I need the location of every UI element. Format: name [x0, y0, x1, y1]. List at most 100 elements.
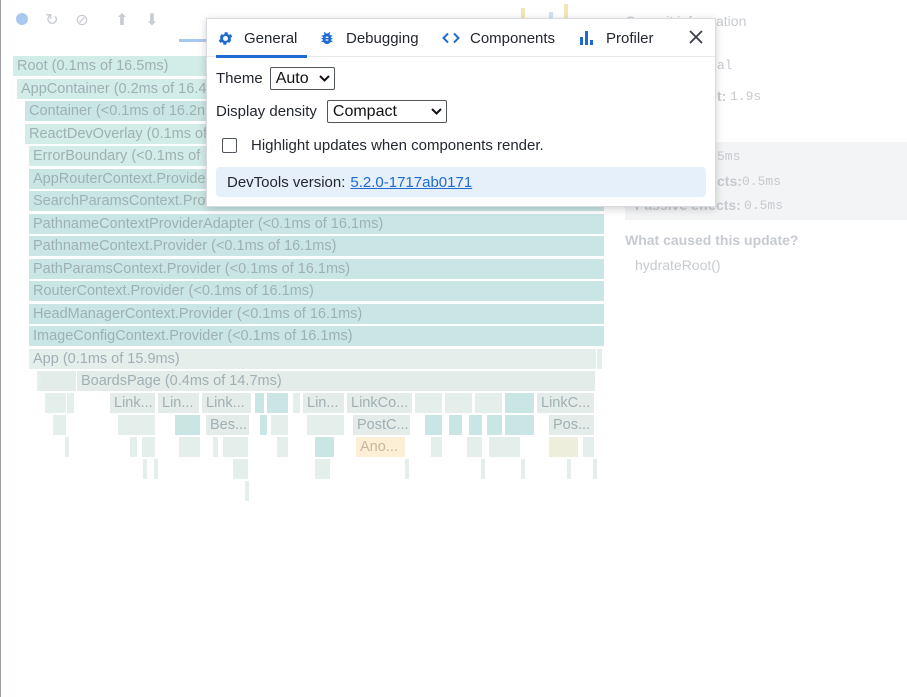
- flame-frame[interactable]: Link...: [110, 393, 156, 413]
- tab-profiler-label: Profiler: [606, 29, 654, 47]
- record-icon[interactable]: [13, 12, 31, 30]
- flame-frame[interactable]: LinkC...: [537, 393, 595, 413]
- flame-frame[interactable]: [521, 459, 526, 479]
- flame-frame[interactable]: [549, 437, 579, 457]
- flame-frame[interactable]: [315, 459, 331, 479]
- flame-frame[interactable]: [277, 437, 289, 457]
- bar-chart-icon: [578, 29, 596, 47]
- flame-frame[interactable]: [489, 437, 521, 457]
- flame-frame[interactable]: [45, 393, 67, 413]
- clear-icon[interactable]: ⊘: [73, 12, 91, 30]
- update-cause-title: What caused this update?: [625, 232, 799, 248]
- flame-frame[interactable]: [315, 437, 335, 457]
- commit-info-duration-value: 1.9s: [730, 89, 762, 104]
- flame-frame[interactable]: [143, 459, 148, 479]
- flame-frame[interactable]: [142, 437, 156, 457]
- flame-frame[interactable]: [469, 415, 483, 435]
- flame-frame[interactable]: BoardsPage (0.4ms of 14.7ms): [77, 371, 596, 391]
- devtools-version-label: DevTools version:: [227, 173, 346, 191]
- upload-icon[interactable]: ⬆: [113, 12, 131, 30]
- highlight-updates-row: Highlight updates when components render…: [222, 137, 544, 154]
- flame-frame[interactable]: [593, 459, 598, 479]
- flame-frame[interactable]: [267, 393, 289, 413]
- flame-frame[interactable]: [487, 415, 503, 435]
- flame-frame[interactable]: ImageConfigContext.Provider (<0.1ms of 1…: [29, 326, 605, 346]
- flame-frame[interactable]: PathnameContext.Provider (<0.1ms of 16.1…: [29, 236, 605, 256]
- commit-info-effects-value: 5ms: [717, 149, 741, 164]
- commit-info-passive-effects-value: 0.5ms: [744, 198, 784, 213]
- density-select-value: Compact: [332, 102, 397, 120]
- flame-frame[interactable]: [415, 393, 443, 413]
- flame-frame[interactable]: [233, 459, 249, 479]
- devtools-version-link[interactable]: 5.2.0-1717ab0171: [350, 174, 472, 191]
- flame-frame[interactable]: PathParamsContext.Provider (<0.1ms of 16…: [29, 259, 605, 279]
- flame-frame[interactable]: [118, 415, 156, 435]
- flame-frame[interactable]: Pos...: [549, 415, 595, 435]
- flame-frame[interactable]: [449, 415, 463, 435]
- flame-frame[interactable]: [53, 415, 67, 435]
- flame-frame[interactable]: [271, 415, 289, 435]
- flame-frame[interactable]: [223, 437, 249, 457]
- flame-frame[interactable]: [41, 371, 77, 391]
- flame-frame[interactable]: [65, 437, 70, 457]
- flame-frame[interactable]: [307, 415, 345, 435]
- settings-tab-bar: General Debugging Components Profiler: [207, 19, 715, 58]
- flame-frame[interactable]: RouterContext.Provider (<0.1ms of 16.1ms…: [29, 281, 605, 301]
- tab-profiler[interactable]: Profiler: [578, 19, 654, 57]
- commit-info-layout-effects-label: cts:: [717, 173, 742, 189]
- flame-frame[interactable]: [175, 415, 201, 435]
- flame-frame[interactable]: Ano...: [356, 437, 406, 457]
- highlight-updates-checkbox[interactable]: [222, 138, 237, 153]
- flame-frame[interactable]: [481, 459, 486, 479]
- flame-frame[interactable]: [255, 393, 265, 413]
- tab-debugging[interactable]: Debugging: [318, 19, 419, 57]
- flame-frame[interactable]: Lin...: [158, 393, 200, 413]
- update-cause-value: hydrateRoot(): [635, 257, 721, 273]
- flame-frame[interactable]: [505, 393, 535, 413]
- flame-frame[interactable]: [213, 437, 219, 457]
- tab-debugging-label: Debugging: [346, 29, 419, 47]
- flame-frame[interactable]: Bes...: [206, 415, 250, 435]
- theme-label: Theme: [216, 70, 263, 87]
- highlight-updates-label[interactable]: Highlight updates when components render…: [251, 137, 544, 154]
- flame-frame[interactable]: [154, 459, 159, 479]
- theme-select[interactable]: Auto: [269, 67, 335, 90]
- flame-frame[interactable]: PostC...: [353, 415, 411, 435]
- tab-general[interactable]: General: [216, 19, 307, 58]
- close-icon[interactable]: [685, 26, 707, 48]
- tab-general-label: General: [244, 29, 298, 47]
- flame-frame[interactable]: [67, 393, 75, 413]
- flame-frame[interactable]: [445, 393, 473, 413]
- flame-frame[interactable]: Link...: [202, 393, 252, 413]
- density-label: Display density: [216, 103, 317, 120]
- flamegraph-tab-indicator: [179, 39, 209, 42]
- flame-frame[interactable]: [260, 415, 268, 435]
- flame-frame[interactable]: [425, 415, 443, 435]
- flame-frame[interactable]: [179, 437, 201, 457]
- flame-frame[interactable]: [583, 437, 595, 457]
- commit-info-priority: al: [717, 58, 733, 73]
- flame-frame[interactable]: PathnameContextProviderAdapter (<0.1ms o…: [29, 214, 605, 234]
- gear-icon: [216, 29, 234, 47]
- reload-icon[interactable]: ↻: [43, 12, 61, 30]
- theme-select-value: Auto: [275, 69, 309, 87]
- flame-frame[interactable]: [567, 459, 572, 479]
- flame-frame[interactable]: [467, 437, 483, 457]
- flame-frame[interactable]: HeadManagerContext.Provider (<0.1ms of 1…: [29, 304, 605, 324]
- flame-frame[interactable]: Lin...: [303, 393, 345, 413]
- flame-frame[interactable]: App (0.1ms of 15.9ms): [29, 349, 597, 369]
- flame-frame[interactable]: [130, 437, 138, 457]
- flame-frame[interactable]: [431, 437, 443, 457]
- flame-frame[interactable]: [475, 393, 503, 413]
- flame-frame[interactable]: [505, 415, 535, 435]
- flame-frame[interactable]: [245, 481, 250, 501]
- density-select[interactable]: Compact: [326, 100, 447, 123]
- flame-frame[interactable]: [405, 459, 410, 479]
- bug-icon: [318, 29, 336, 47]
- download-icon[interactable]: ⬇: [143, 12, 161, 30]
- flame-frame[interactable]: LinkCo...: [347, 393, 413, 413]
- flame-frame[interactable]: [293, 393, 301, 413]
- tab-components[interactable]: Components: [442, 19, 555, 57]
- flame-frame[interactable]: [597, 349, 603, 369]
- code-brackets-icon: [442, 29, 460, 47]
